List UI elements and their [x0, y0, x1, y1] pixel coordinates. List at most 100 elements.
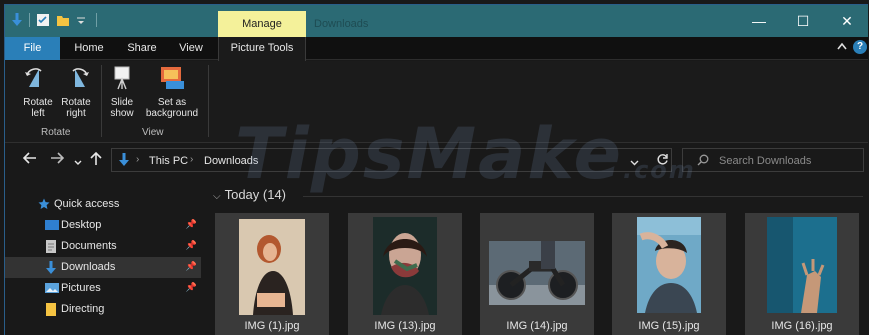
download-icon: [45, 261, 57, 274]
close-button[interactable]: ✕: [825, 5, 868, 37]
maximize-button[interactable]: ☐: [781, 5, 825, 37]
ribbon-group-divider: [101, 65, 102, 137]
tab-file[interactable]: File: [5, 37, 60, 60]
navigation-pane: Quick access Desktop 📌 Documents 📌 Downl…: [5, 177, 205, 335]
new-folder-icon[interactable]: [56, 13, 70, 27]
pin-icon[interactable]: 📌: [186, 282, 197, 293]
desktop-icon: [45, 219, 59, 231]
file-view: ⌵ Today (14) IMG (1).jpg IMG (13).jpg IM…: [205, 177, 868, 335]
sidebar-item-downloads[interactable]: Downloads 📌: [5, 257, 201, 278]
rotate-left-icon: [25, 68, 42, 87]
file-thumbnail[interactable]: IMG (1).jpg: [215, 213, 329, 335]
sidebar-item-label: Quick access: [54, 198, 120, 210]
refresh-icon[interactable]: [656, 153, 669, 169]
minimize-button[interactable]: —: [737, 5, 781, 37]
download-arrow-icon[interactable]: [11, 13, 23, 27]
address-bar[interactable]: › This PC › Downloads: [111, 148, 672, 172]
slide-show-label: Slide show: [110, 97, 134, 119]
image-preview: [239, 219, 305, 315]
slide-show-button[interactable]: Slide show: [105, 65, 139, 119]
sidebar-item-label: Desktop: [61, 219, 102, 231]
image-preview: [373, 217, 437, 315]
sidebar-item-documents[interactable]: Documents 📌: [5, 236, 201, 257]
file-thumbnail[interactable]: IMG (16).jpg: [745, 213, 859, 335]
rotate-right-icon: [72, 68, 89, 87]
breadcrumb-downloads[interactable]: Downloads: [204, 155, 258, 167]
file-thumbnail[interactable]: IMG (15).jpg: [612, 213, 726, 335]
group-header[interactable]: ⌵ Today (14): [213, 187, 286, 202]
group-title: Today (14): [224, 187, 287, 202]
breadcrumb-this-pc[interactable]: This PC: [149, 155, 188, 167]
quick-access-toolbar: [11, 13, 97, 27]
download-location-icon: [118, 153, 130, 170]
file-thumbnail[interactable]: IMG (14).jpg: [480, 213, 594, 335]
customize-toolbar-icon[interactable]: [76, 13, 90, 27]
slide-show-icon: [114, 66, 130, 90]
group-label-rotate: Rotate: [41, 127, 71, 138]
pictures-icon: [45, 282, 59, 294]
sidebar-item-label: Pictures: [61, 282, 101, 294]
search-input[interactable]: Search Downloads: [719, 155, 811, 167]
rotate-right-button[interactable]: Rotate right: [57, 65, 95, 119]
ribbon-controls: ?: [837, 40, 867, 54]
toolbar-divider: [29, 13, 30, 27]
rotate-left-button[interactable]: Rotate left: [19, 65, 57, 119]
pin-icon[interactable]: 📌: [186, 219, 197, 230]
explorer-window: Manage Downloads — ☐ ✕ File Home Share V…: [4, 4, 868, 335]
window-title: Downloads: [314, 18, 369, 30]
title-bar: Manage Downloads — ☐ ✕: [5, 5, 868, 37]
collapse-group-chevron-icon[interactable]: ⌵: [213, 191, 221, 202]
pin-icon[interactable]: 📌: [186, 240, 197, 251]
sidebar-item-label: Downloads: [61, 261, 116, 273]
image-preview: [489, 241, 585, 305]
tab-home[interactable]: Home: [67, 37, 111, 60]
ribbon-tabs: File Home Share View Picture Tools ?: [5, 37, 868, 61]
ribbon-panel: Rotate left Rotate right Rotate Slide sh…: [5, 61, 868, 143]
toolbar-divider: [96, 13, 97, 27]
sidebar-item-pictures[interactable]: Pictures 📌: [5, 278, 201, 299]
breadcrumb-separator-icon: ›: [136, 154, 140, 165]
sidebar-item-directing[interactable]: Directing: [5, 299, 201, 320]
group-divider: [303, 196, 863, 197]
tab-picture-tools[interactable]: Picture Tools: [218, 37, 306, 61]
folder-icon: [45, 303, 57, 316]
rotate-left-label: Rotate left: [23, 97, 53, 119]
help-icon[interactable]: ?: [853, 40, 867, 54]
recent-locations-chevron-icon[interactable]: [74, 154, 82, 169]
tab-share[interactable]: Share: [119, 37, 165, 60]
sidebar-item-label: Documents: [61, 240, 117, 252]
address-dropdown-icon[interactable]: [630, 157, 639, 169]
window-controls: — ☐ ✕: [737, 5, 868, 37]
sidebar-item-label: Directing: [61, 303, 105, 315]
forward-arrow-icon[interactable]: [50, 152, 65, 167]
set-background-label: Set as background: [145, 97, 199, 119]
file-name: IMG (1).jpg: [244, 320, 300, 332]
set-as-background-button[interactable]: Set as background: [141, 65, 203, 119]
image-preview: [767, 217, 837, 313]
collapse-ribbon-icon[interactable]: [837, 42, 847, 53]
ribbon-group-divider: [208, 65, 209, 137]
star-icon: [38, 198, 50, 210]
back-arrow-icon[interactable]: [22, 152, 37, 167]
navigation-bar: › This PC › Downloads Search Downloads: [5, 145, 868, 175]
properties-icon[interactable]: [36, 13, 50, 27]
sidebar-item-quick-access[interactable]: Quick access: [5, 194, 201, 215]
file-name: IMG (13).jpg: [374, 320, 436, 332]
file-name: IMG (15).jpg: [638, 320, 700, 332]
file-thumbnail[interactable]: IMG (13).jpg: [348, 213, 462, 335]
tab-manage[interactable]: Manage: [218, 11, 306, 37]
sidebar-item-desktop[interactable]: Desktop 📌: [5, 215, 201, 236]
search-box[interactable]: Search Downloads: [682, 148, 864, 172]
set-background-icon: [161, 67, 184, 89]
group-label-view: View: [142, 127, 164, 138]
file-name: IMG (14).jpg: [506, 320, 568, 332]
tab-view[interactable]: View: [170, 37, 212, 60]
pin-icon[interactable]: 📌: [186, 261, 197, 272]
file-name: IMG (16).jpg: [771, 320, 833, 332]
rotate-right-label: Rotate right: [61, 97, 91, 119]
documents-icon: [45, 240, 57, 253]
image-preview: [637, 217, 701, 313]
search-icon: [697, 154, 709, 169]
breadcrumb-separator-icon: ›: [190, 154, 194, 165]
up-arrow-icon[interactable]: [90, 151, 102, 169]
